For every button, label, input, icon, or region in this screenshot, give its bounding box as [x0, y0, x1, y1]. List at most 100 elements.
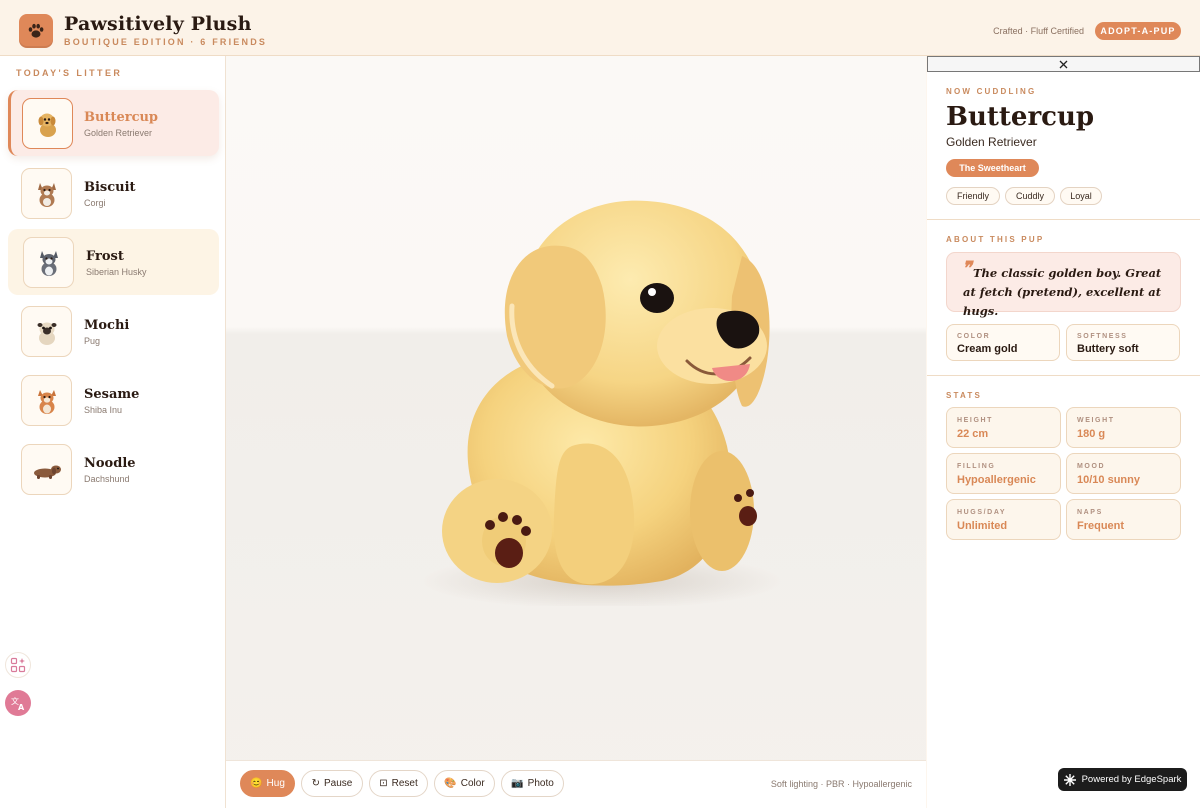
pause-label: Pause — [324, 778, 353, 789]
tag-loyal: Loyal — [1060, 187, 1102, 205]
sparkle-grid-icon — [10, 657, 26, 673]
stat-label: HEIGHT — [957, 417, 994, 424]
persona-badge: The Sweetheart — [946, 159, 1039, 177]
pup-breed: Corgi — [84, 198, 106, 208]
pup-thumbnail — [21, 306, 72, 357]
attribute-label: SOFTNESS — [1077, 333, 1128, 340]
pug-plush-icon — [37, 322, 56, 345]
adopt-a-pup-button[interactable]: ADOPT-A-PUP — [1095, 22, 1181, 40]
photo-label: Photo — [527, 778, 554, 789]
certification-text: Crafted · Fluff Certified — [993, 26, 1084, 36]
stat-value: 180 g — [1077, 428, 1106, 440]
stat-weight: WEIGHT 180 g — [1066, 407, 1181, 448]
stat-height: HEIGHT 22 cm — [946, 407, 1061, 448]
brand-logo[interactable] — [19, 14, 53, 48]
section-divider — [927, 375, 1200, 376]
pup-name: Sesame — [84, 387, 140, 402]
pup-name: Frost — [86, 249, 124, 264]
attribute-value: Buttery soft — [1077, 343, 1139, 355]
stat-value: Frequent — [1077, 520, 1125, 532]
ar-tool-button[interactable] — [5, 652, 31, 678]
stat-label: WEIGHT — [1077, 417, 1115, 424]
stat-label: MOOD — [1077, 463, 1106, 470]
reset-icon: ⊡ — [379, 778, 388, 789]
stat-value: 10/10 sunny — [1077, 474, 1140, 486]
golden-retriever-plush-icon — [38, 113, 56, 137]
pup-breed: Pug — [84, 336, 101, 346]
pup-item-frost[interactable]: Frost Siberian Husky — [8, 229, 219, 295]
powered-by-label: Powered by EdgeSpark — [1081, 774, 1182, 785]
stat-label: NAPS — [1077, 509, 1103, 516]
stage-toolbar: 😊 Hug ↻ Pause ⊡ Reset 🎨 Color 📷 Photo So… — [226, 760, 926, 808]
rotate-icon: ↻ — [311, 778, 321, 789]
stat-hugs-per-day: HUGS/DAY Unlimited — [946, 499, 1061, 540]
color-label: Color — [460, 778, 485, 789]
spark-icon — [1063, 773, 1076, 786]
stat-label: HUGS/DAY — [957, 509, 1007, 516]
quote-mark-icon: ❞ — [962, 258, 972, 279]
pup-name: Noodle — [84, 456, 136, 471]
tag-cuddly: Cuddly — [1005, 187, 1055, 205]
stat-label: FILLING — [957, 463, 996, 470]
attribute-value: Cream gold — [957, 343, 1018, 355]
photo-button[interactable]: 📷 Photo — [501, 770, 564, 797]
corgi-plush-icon — [37, 182, 56, 207]
pup-breed: Shiba Inu — [84, 405, 123, 415]
translate-button[interactable]: 文 A — [5, 690, 31, 716]
paw-icon — [28, 23, 44, 38]
color-button[interactable]: 🎨 Color — [434, 770, 495, 797]
translate-icon: 文 A — [11, 696, 25, 711]
close-panel-button[interactable] — [927, 56, 1200, 72]
pup-thumbnail — [21, 444, 72, 495]
litter-sidebar: TODAY'S LITTER Buttercup Golden Retrieve… — [0, 56, 226, 808]
husky-plush-icon — [39, 250, 58, 276]
pause-button[interactable]: ↻ Pause — [301, 770, 363, 797]
pup-name: Biscuit — [84, 180, 136, 195]
stats-title: STATS — [946, 391, 983, 400]
sidebar-title: TODAY'S LITTER — [16, 68, 123, 78]
render-info: Soft lighting · PBR · Hypoallergenic — [770, 779, 912, 789]
pup-item-buttercup[interactable]: Buttercup Golden Retriever — [8, 90, 219, 156]
pup-thumbnail — [22, 98, 73, 149]
pup-item-biscuit[interactable]: Biscuit Corgi — [8, 160, 219, 226]
dachshund-plush-icon — [33, 465, 61, 479]
pup-thumbnail — [23, 237, 74, 288]
stat-value: Unlimited — [957, 520, 1008, 532]
pup-breed: Dachshund — [84, 474, 130, 484]
pup-breed: Siberian Husky — [86, 267, 147, 277]
pup-thumbnail — [21, 375, 72, 426]
about-title: ABOUT THIS PUP — [946, 235, 1045, 244]
pup-item-mochi[interactable]: Mochi Pug — [8, 298, 219, 364]
tag-friendly: Friendly — [946, 187, 1000, 205]
pup-thumbnail — [21, 168, 72, 219]
stat-mood: MOOD 10/10 sunny — [1066, 453, 1181, 494]
hug-button[interactable]: 😊 Hug — [240, 770, 295, 797]
pup-name: Buttercup — [84, 110, 159, 125]
camera-icon: 📷 — [511, 778, 524, 789]
stat-value: Hypoallergenic — [957, 474, 1036, 486]
reset-label: Reset — [391, 778, 418, 789]
pup-item-noodle[interactable]: Noodle Dachshund — [8, 436, 219, 502]
reset-button[interactable]: ⊡ Reset — [369, 770, 428, 797]
palette-icon: 🎨 — [444, 778, 457, 789]
powered-by-badge[interactable]: Powered by EdgeSpark — [1058, 768, 1187, 791]
quote-text: The classic golden boy. Great at fetch (… — [963, 266, 1162, 318]
pup-breed: Golden Retriever — [84, 128, 153, 138]
shiba-plush-icon — [37, 389, 56, 414]
pup-name: Mochi — [84, 318, 130, 333]
app-header: Pawsitively Plush BOUTIQUE EDITION · 6 F… — [0, 0, 1200, 56]
attribute-color: COLOR Cream gold — [946, 324, 1060, 361]
stat-value: 22 cm — [957, 428, 989, 440]
pup-item-sesame[interactable]: Sesame Shiba Inu — [8, 367, 219, 433]
golden-retriever-plush-model[interactable] — [412, 186, 802, 606]
model-stage[interactable]: 😊 Hug ↻ Pause ⊡ Reset 🎨 Color 📷 Photo So… — [226, 56, 926, 808]
hug-label: Hug — [266, 778, 285, 789]
pup-detail-name: Buttercup — [946, 102, 1095, 132]
smile-icon: 😊 — [250, 778, 263, 789]
pup-detail-breed: Golden Retriever — [946, 135, 1037, 149]
brand-subtitle: BOUTIQUE EDITION · 6 FRIENDS — [64, 37, 268, 47]
attribute-label: COLOR — [957, 333, 991, 340]
now-cuddling-eyebrow: NOW CUDDLING — [946, 87, 1037, 96]
close-icon — [1059, 60, 1068, 68]
svg-text:A: A — [18, 703, 25, 711]
